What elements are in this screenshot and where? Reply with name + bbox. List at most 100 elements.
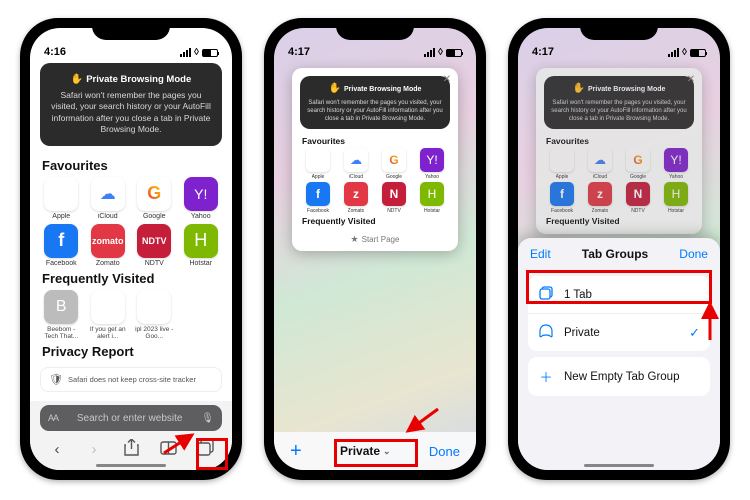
- tab-group-button[interactable]: Private⌄: [340, 444, 391, 458]
- privacy-report-card[interactable]: 🛡 Safari does not keep cross-site tracke…: [40, 367, 222, 392]
- hotstar-icon: H: [664, 182, 688, 206]
- facebook-icon: f: [306, 182, 330, 206]
- frequently-heading: Frequently Visited: [30, 267, 232, 290]
- cloud-icon: ☁: [588, 148, 612, 172]
- notch: [580, 18, 658, 40]
- cellular-icon: [668, 48, 679, 57]
- status-time: 4:17: [532, 46, 554, 58]
- privacy-report-text: Safari does not keep cross-site tracker: [68, 375, 196, 384]
- new-tab-group-button[interactable]: ＋ New Empty Tab Group: [528, 357, 710, 396]
- tab-thumbnail[interactable]: ✕ ✋Private Browsing Mode Safari won't re…: [292, 68, 458, 251]
- close-tab-button[interactable]: ✕: [440, 72, 454, 86]
- private-card-title: Private Browsing Mode: [86, 74, 191, 85]
- cloud-icon: ☁: [91, 177, 125, 211]
- hand-icon: ✋: [329, 83, 341, 94]
- tab-thumbnail[interactable]: ✕ ✋Private Browsing Mode Safari won't re…: [536, 68, 702, 234]
- private-icon: [538, 324, 554, 341]
- hotstar-icon: H: [184, 224, 218, 258]
- tabs-button[interactable]: [194, 439, 216, 460]
- cellular-icon: [180, 48, 191, 57]
- plus-icon: ＋: [538, 367, 554, 386]
- fav-icloud[interactable]: ☁iCloud: [87, 177, 130, 220]
- status-time: 4:17: [288, 46, 310, 58]
- back-button[interactable]: ‹: [46, 441, 68, 458]
- close-tab-button[interactable]: ✕: [684, 72, 698, 86]
- yahoo-icon: Y!: [184, 177, 218, 211]
- edit-button[interactable]: Edit: [530, 247, 551, 261]
- frequent-item[interactable]: Gipl 2023 live - Goo...: [133, 290, 176, 340]
- site-icon: B: [44, 290, 78, 324]
- fav-zomato[interactable]: zomatoZomato: [87, 224, 130, 267]
- battery-icon: [446, 49, 462, 57]
- hotstar-icon: H: [420, 182, 444, 206]
- google-icon: G: [626, 148, 650, 172]
- tabs-icon: [538, 286, 554, 303]
- voice-icon[interactable]: 🎙: [201, 413, 214, 424]
- apple-icon: [44, 177, 78, 211]
- fav-apple[interactable]: Apple: [40, 177, 83, 220]
- tab-group-row-1tab[interactable]: 1 Tab: [528, 276, 710, 314]
- done-button[interactable]: Done: [679, 247, 708, 261]
- text-size-icon[interactable]: AA: [48, 413, 58, 423]
- ndtv-icon: NDTV: [137, 224, 171, 258]
- yahoo-icon: Y!: [420, 148, 444, 172]
- sheet-title: Tab Groups: [582, 247, 648, 261]
- status-time: 4:16: [44, 46, 66, 58]
- ndtv-icon: N: [382, 182, 406, 206]
- frequent-item[interactable]: BBeebom - Tech That...: [40, 290, 83, 340]
- apple-icon: [306, 148, 330, 172]
- zomato-icon: z: [588, 182, 612, 206]
- home-indicator: [340, 464, 410, 467]
- star-icon: ★: [351, 234, 359, 244]
- search-placeholder: Search or enter website: [64, 413, 195, 424]
- private-mode-card: ✋Private Browsing Mode Safari won't reme…: [300, 76, 450, 129]
- tab-group-row-private[interactable]: Private ✓: [528, 314, 710, 351]
- shield-icon: 🛡: [49, 373, 63, 386]
- fav-facebook[interactable]: fFacebook: [40, 224, 83, 267]
- notch: [92, 18, 170, 40]
- apple-icon: [550, 148, 574, 172]
- private-mode-card: ✋Private Browsing Mode Safari won't reme…: [40, 63, 222, 146]
- battery-icon: [690, 49, 706, 57]
- hand-icon: ✋: [573, 83, 585, 94]
- facebook-icon: f: [550, 182, 574, 206]
- tab-thumb-label: ★Start Page: [298, 234, 452, 245]
- chevron-down-icon: ⌄: [383, 446, 391, 457]
- google-icon: G: [137, 290, 171, 324]
- phone-start-page: 4:16 ◊ ✋Private Browsing Mode Safari won…: [20, 18, 242, 480]
- wifi-icon: ◊: [682, 47, 687, 58]
- ndtv-icon: N: [626, 182, 650, 206]
- hand-icon: ✋: [71, 74, 83, 85]
- share-button[interactable]: [120, 439, 142, 460]
- cellular-icon: [424, 48, 435, 57]
- frequent-item[interactable]: If you get an alert i...: [87, 290, 130, 340]
- home-indicator: [584, 464, 654, 467]
- fav-hotstar[interactable]: HHotstar: [180, 224, 223, 267]
- private-mode-card: ✋Private Browsing Mode Safari won't reme…: [544, 76, 694, 129]
- facebook-icon: f: [44, 224, 78, 258]
- wifi-icon: ◊: [194, 47, 199, 58]
- battery-icon: [202, 49, 218, 57]
- fav-yahoo[interactable]: Y!Yahoo: [180, 177, 223, 220]
- private-card-body: Safari won't remember the pages you visi…: [50, 90, 212, 136]
- wifi-icon: ◊: [438, 47, 443, 58]
- google-icon: G: [382, 148, 406, 172]
- phone-tab-switcher: 4:17 ◊ ✕ ✋Private Browsing Mode Safari w…: [264, 18, 486, 480]
- zomato-icon: z: [344, 182, 368, 206]
- yahoo-icon: Y!: [664, 148, 688, 172]
- checkmark-icon: ✓: [689, 325, 700, 341]
- cloud-icon: ☁: [344, 148, 368, 172]
- notch: [336, 18, 414, 40]
- favourites-heading: Favourites: [30, 154, 232, 177]
- address-bar[interactable]: AA Search or enter website 🎙: [40, 405, 222, 431]
- forward-button[interactable]: ›: [83, 441, 105, 458]
- fav-ndtv[interactable]: NDTVNDTV: [133, 224, 176, 267]
- home-indicator: [96, 464, 166, 467]
- new-tab-button[interactable]: +: [290, 440, 302, 463]
- done-button[interactable]: Done: [429, 444, 460, 459]
- privacy-report-heading: Privacy Report: [30, 340, 232, 363]
- tab-groups-sheet: Edit Tab Groups Done 1 Tab Private ✓ ＋: [518, 238, 720, 470]
- fav-google[interactable]: GGoogle: [133, 177, 176, 220]
- bookmarks-button[interactable]: [157, 441, 179, 459]
- google-icon: G: [137, 177, 171, 211]
